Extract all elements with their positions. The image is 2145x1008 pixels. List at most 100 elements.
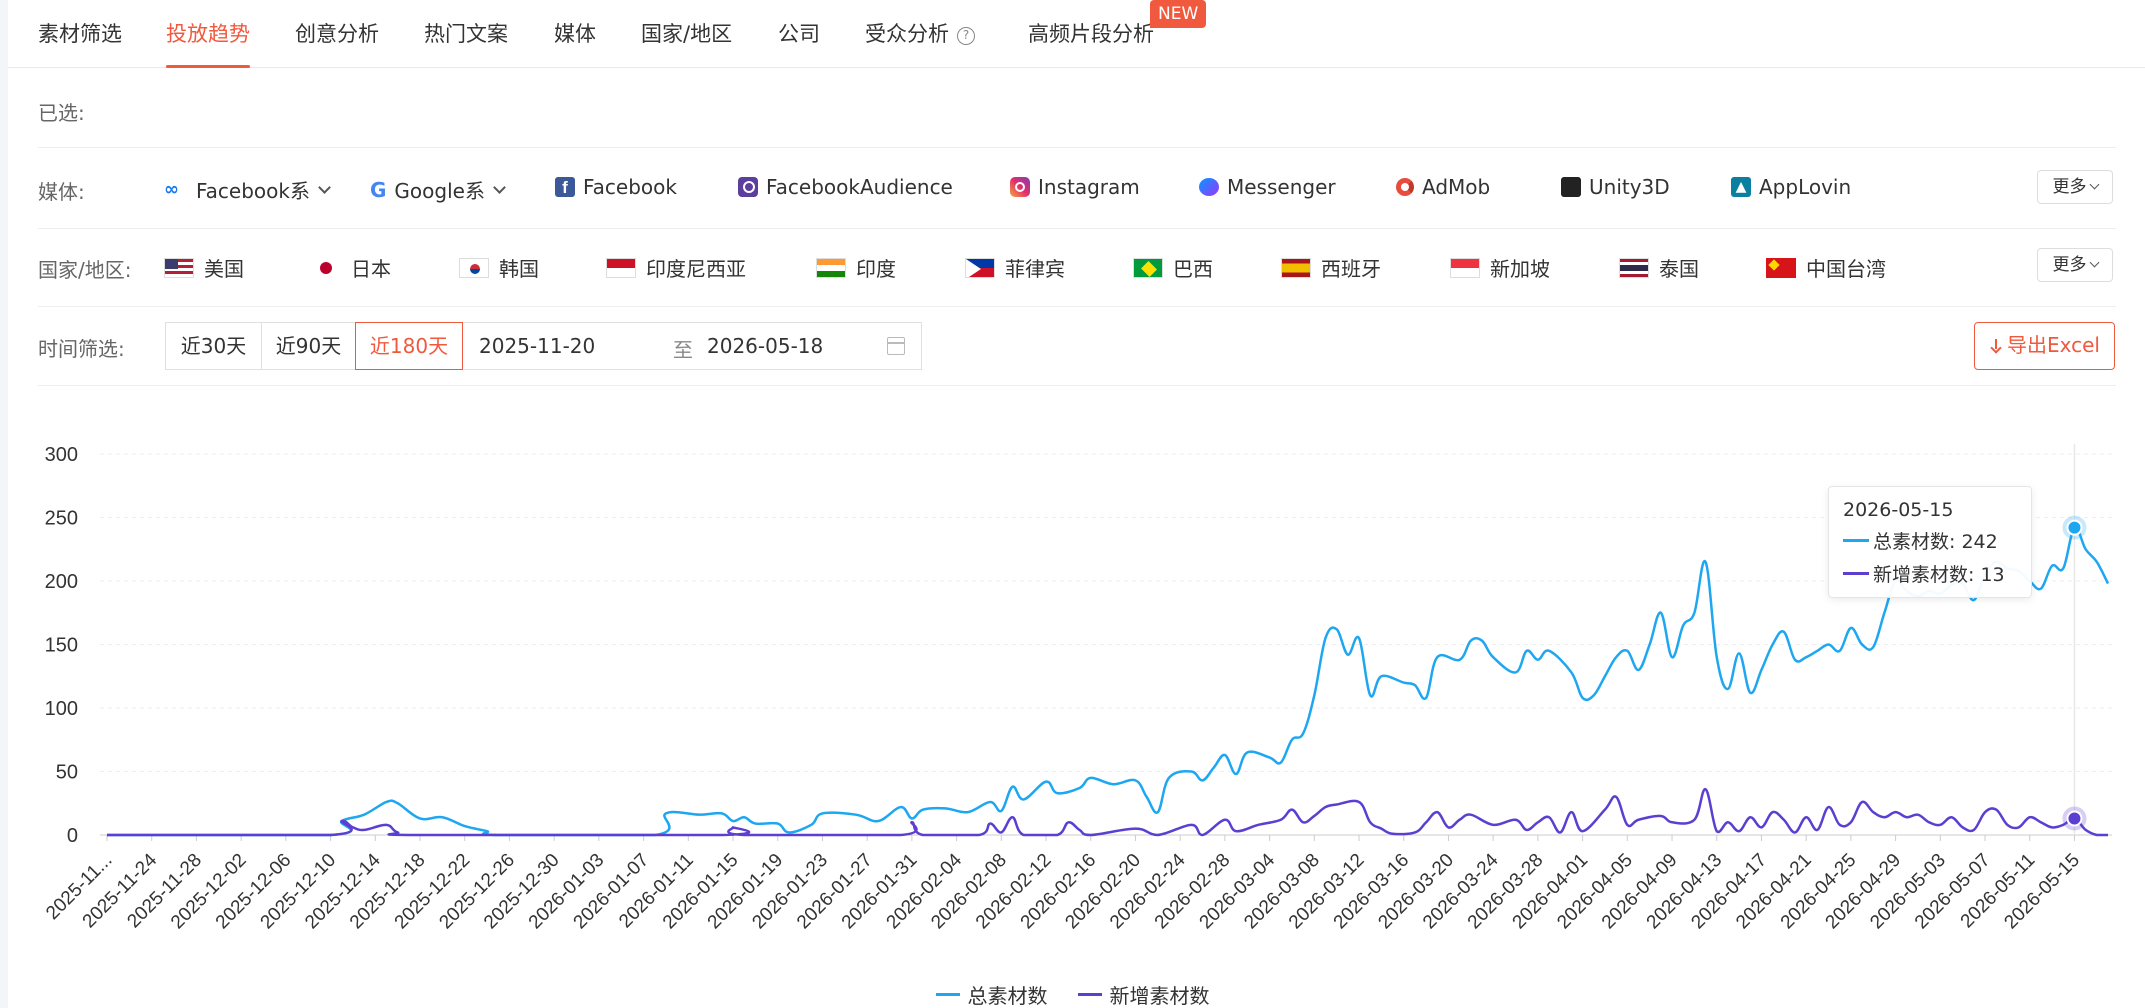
region-item-label: 西班牙	[1321, 257, 1381, 281]
question-circle-icon[interactable]: ?	[957, 27, 975, 45]
y-tick-label: 100	[45, 698, 78, 720]
region-item-label: 巴西	[1173, 257, 1213, 281]
divider	[38, 385, 2116, 386]
region-more-button[interactable]: 更多	[2037, 248, 2113, 282]
y-tick-label: 200	[45, 571, 78, 593]
media-item-label: FacebookAudience	[766, 175, 953, 199]
tab-hot-copy[interactable]: 热门文案	[424, 18, 508, 48]
tab-company[interactable]: 公司	[778, 18, 820, 48]
instagram-icon	[1010, 177, 1030, 197]
media-label: 媒体:	[38, 180, 85, 204]
tab-material-filter[interactable]: 素材筛选	[38, 18, 122, 48]
divider	[38, 147, 2116, 148]
media-item-label: Messenger	[1227, 175, 1336, 199]
tab-creative-analysis[interactable]: 创意分析	[295, 18, 379, 48]
region-item-label: 韩国	[499, 257, 539, 281]
region-sg[interactable]: 新加坡	[1450, 253, 1550, 282]
br-flag-icon	[1133, 257, 1163, 278]
date-range-picker[interactable]: 2025-11-20 至 2026-05-18	[462, 322, 922, 370]
chevron-down-icon	[2089, 257, 2099, 268]
media-instagram[interactable]: Instagram	[1010, 175, 1140, 199]
calendar-icon	[887, 337, 905, 355]
media-admob[interactable]: AdMob	[1396, 175, 1490, 199]
chart-legend: 总素材数 新增素材数	[0, 980, 2145, 1008]
tab-high-frequency-clips[interactable]: 高频片段分析	[1028, 18, 1154, 48]
region-ph[interactable]: 菲律宾	[965, 253, 1065, 282]
media-messenger[interactable]: Messenger	[1199, 175, 1336, 199]
media-facebook-group[interactable]: ∞ Facebook系	[164, 175, 331, 204]
top-nav: 素材筛选 投放趋势 创意分析 热门文案 媒体 国家/地区 公司 受众分析? 高频…	[8, 0, 2145, 68]
active-tab-underline	[166, 65, 250, 68]
region-kr[interactable]: 韩国	[459, 253, 539, 282]
tab-media[interactable]: 媒体	[554, 18, 596, 48]
preset-30-days[interactable]: 近30天	[165, 322, 262, 370]
media-unity3d[interactable]: Unity3D	[1561, 175, 1670, 199]
applovin-icon: ▲	[1731, 177, 1751, 197]
more-label: 更多	[2052, 177, 2087, 197]
th-flag-icon	[1619, 257, 1649, 278]
region-jp[interactable]: 日本	[311, 253, 391, 282]
start-date[interactable]: 2025-11-20	[479, 334, 595, 358]
legend-new-swatch	[1077, 993, 1102, 996]
admob-icon	[1396, 178, 1414, 196]
media-facebook-audience[interactable]: FacebookAudience	[738, 175, 953, 199]
total-swatch	[1843, 539, 1869, 542]
media-applovin[interactable]: ▲ AppLovin	[1731, 175, 1851, 199]
region-br[interactable]: 巴西	[1133, 253, 1213, 282]
media-item-label: Facebook	[583, 175, 677, 199]
jp-flag-icon	[311, 257, 341, 278]
trend-chart[interactable]: 0501001502002503002025-11...2025-11-2420…	[0, 420, 2145, 980]
tab-audience-label: 受众分析	[865, 22, 949, 46]
download-icon	[1989, 339, 2003, 353]
y-tick-label: 300	[45, 444, 78, 466]
new-badge: NEW	[1150, 0, 1207, 28]
divider	[38, 306, 2116, 307]
kr-flag-icon	[459, 257, 489, 278]
legend-total[interactable]: 总素材数	[935, 980, 1048, 1008]
tooltip-date: 2026-05-15	[1843, 499, 1954, 521]
legend-new[interactable]: 新增素材数	[1077, 980, 1210, 1008]
chevron-down-icon	[493, 180, 506, 194]
media-item-label: Instagram	[1038, 175, 1140, 199]
divider	[38, 228, 2116, 229]
highlight-point	[2066, 810, 2083, 827]
end-date[interactable]: 2026-05-18	[707, 334, 823, 358]
region-tw[interactable]: 中国台湾	[1766, 253, 1886, 282]
media-item-label: Unity3D	[1589, 175, 1670, 199]
region-item-label: 印度	[856, 257, 896, 281]
region-item-label: 中国台湾	[1806, 257, 1886, 281]
tab-audience-analysis[interactable]: 受众分析?	[865, 18, 975, 48]
region-es[interactable]: 西班牙	[1281, 253, 1381, 282]
y-tick-label: 50	[56, 762, 78, 784]
meta-icon: ∞	[164, 178, 179, 200]
tooltip-new-value: 新增素材数: 13	[1873, 564, 2005, 586]
media-google-group[interactable]: G Google系	[370, 175, 506, 204]
region-item-label: 菲律宾	[1005, 257, 1065, 281]
us-flag-icon	[164, 257, 194, 278]
export-excel-button[interactable]: 导出Excel	[1974, 322, 2115, 370]
tab-country-region[interactable]: 国家/地区	[641, 18, 732, 48]
media-facebook[interactable]: f Facebook	[555, 175, 677, 199]
y-tick-label: 150	[45, 635, 78, 657]
selected-label: 已选:	[38, 101, 85, 125]
media-more-button[interactable]: 更多	[2037, 170, 2113, 204]
region-in[interactable]: 印度	[816, 253, 896, 282]
sg-flag-icon	[1450, 257, 1480, 278]
tooltip-row-total: 总素材数: 242	[1843, 527, 2017, 554]
media-item-label: Google系	[394, 179, 485, 203]
total-materials-line	[107, 526, 2110, 837]
preset-180-days[interactable]: 近180天	[355, 322, 463, 370]
region-item-label: 日本	[351, 257, 391, 281]
highlight-point	[2066, 519, 2083, 536]
region-id[interactable]: 印度尼西亚	[606, 253, 746, 282]
tab-delivery-trend[interactable]: 投放趋势	[166, 18, 250, 48]
region-th[interactable]: 泰国	[1619, 253, 1699, 282]
chevron-down-icon	[318, 180, 331, 194]
ph-flag-icon	[965, 257, 995, 278]
facebook-audience-icon	[738, 177, 758, 197]
preset-90-days[interactable]: 近90天	[261, 322, 356, 370]
in-flag-icon	[816, 257, 846, 278]
region-us[interactable]: 美国	[164, 253, 244, 282]
region-item-label: 泰国	[1659, 257, 1699, 281]
tw-flag-icon	[1766, 257, 1796, 278]
